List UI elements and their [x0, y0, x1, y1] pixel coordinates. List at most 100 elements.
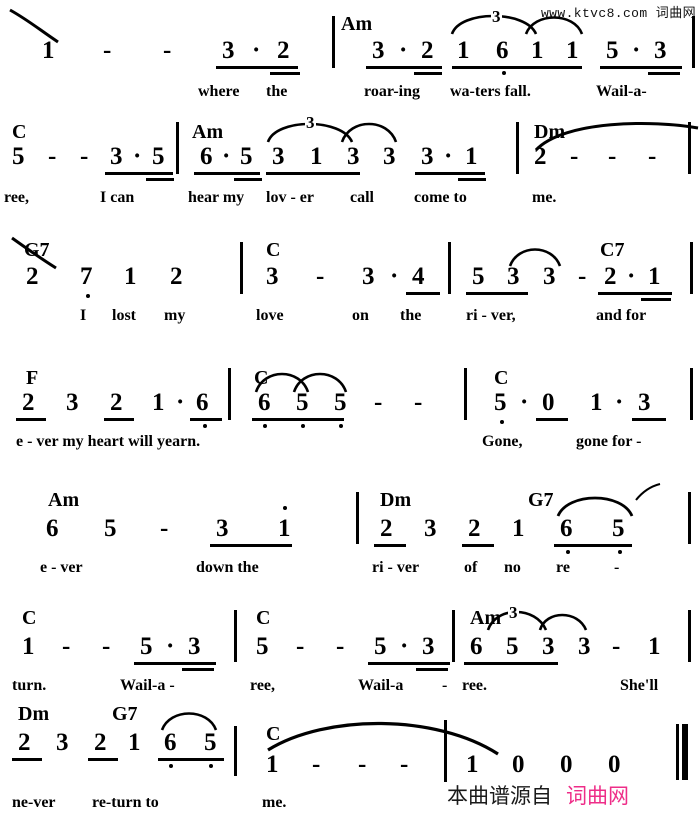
beam — [462, 544, 494, 547]
beam — [252, 418, 344, 421]
sheet-music-page: www.ktvc8.com 词曲网 Am 1 - - 3 · 2 3 · 2 1… — [0, 0, 700, 817]
barline — [452, 610, 455, 662]
beam-secondary — [641, 298, 671, 301]
barline — [688, 492, 691, 544]
chord-symbol: F — [26, 367, 39, 389]
octave-dot-low — [566, 550, 570, 554]
beam — [266, 172, 360, 175]
octave-dot-low — [86, 294, 90, 298]
tie-arc-outgoing — [635, 483, 661, 501]
note: 5 — [612, 515, 625, 542]
beam — [104, 418, 134, 421]
lyric: ri - ver — [372, 559, 420, 576]
beam — [466, 292, 528, 295]
note: 5 — [140, 633, 153, 660]
note: 6 — [164, 729, 177, 756]
note: 0 — [560, 751, 573, 778]
beam — [368, 662, 450, 665]
chord-symbol: Dm — [18, 703, 50, 725]
note: 3 — [578, 633, 591, 660]
note: 3 — [638, 389, 651, 416]
note-dash: - — [612, 633, 621, 660]
lyric: ne-ver — [12, 794, 56, 811]
note: 6 — [200, 143, 213, 170]
slur-arc — [508, 248, 562, 267]
note: 1 — [124, 263, 137, 290]
barline — [448, 242, 451, 294]
note: 1 — [465, 143, 478, 170]
note: 5 — [204, 729, 217, 756]
barline — [234, 610, 237, 662]
note-dash: - — [80, 143, 89, 170]
beam-secondary — [416, 668, 448, 671]
chord-symbol: C — [494, 367, 509, 389]
note: 2 — [604, 263, 617, 290]
note: 3 — [66, 389, 79, 416]
note: 2 — [18, 729, 31, 756]
lyric: down the — [196, 559, 259, 576]
note: 2 — [110, 389, 123, 416]
lyric: lost — [112, 307, 136, 324]
beam — [464, 662, 558, 665]
note: 0 — [512, 751, 525, 778]
beam — [554, 544, 632, 547]
note: 3 — [362, 263, 375, 290]
octave-dot-low — [339, 424, 343, 428]
note-dash: - — [374, 389, 383, 416]
octave-dot-high — [283, 506, 287, 510]
beam-secondary — [458, 178, 486, 181]
note: 1 — [22, 633, 35, 660]
note-dash: - — [102, 633, 111, 660]
watermark-bottom-pink: 词曲网 — [566, 784, 629, 808]
note: 3 — [383, 143, 396, 170]
note: 1 — [152, 389, 165, 416]
note: 1 — [648, 633, 661, 660]
note: 1 — [648, 263, 661, 290]
lyric: me. — [262, 794, 287, 811]
lyric: love — [256, 307, 284, 324]
beam — [190, 418, 222, 421]
barline — [516, 122, 519, 174]
augmentation-dot: · — [615, 389, 624, 416]
lyric: on — [352, 307, 369, 324]
lyric: - — [442, 677, 448, 694]
note: 5 — [256, 633, 269, 660]
augmentation-dot: · — [222, 143, 231, 170]
beam — [158, 758, 224, 761]
lyric: e - ver my heart will yearn. — [16, 433, 201, 450]
chord-symbol: C — [256, 607, 271, 629]
lyric: come to — [414, 189, 467, 206]
beam — [210, 544, 292, 547]
barline — [464, 368, 467, 420]
barline — [688, 610, 691, 662]
lyric: Wail-a - — [120, 677, 175, 694]
note: 5 — [152, 143, 165, 170]
note: 5 — [240, 143, 253, 170]
augmentation-dot: · — [444, 143, 453, 170]
lyric: call — [350, 189, 374, 206]
lyric: ree. — [462, 677, 488, 694]
beam — [134, 662, 216, 665]
note: 1 — [128, 729, 141, 756]
barline — [690, 242, 693, 294]
note: 6 — [560, 515, 573, 542]
beam — [632, 418, 666, 421]
octave-dot-low — [203, 424, 207, 428]
beam — [12, 758, 42, 761]
beam — [536, 418, 568, 421]
note: 0 — [542, 389, 555, 416]
note: 3 — [188, 633, 201, 660]
chord-symbol: Am — [48, 489, 80, 511]
note-dash: - — [48, 143, 57, 170]
note: 3 — [266, 263, 279, 290]
lyric: I — [80, 307, 87, 324]
note: 3 — [56, 729, 69, 756]
lyric: ree, — [250, 677, 276, 694]
beam-secondary — [182, 668, 214, 671]
note: 5 — [104, 515, 117, 542]
lyric: me. — [532, 189, 557, 206]
note: 1 — [512, 515, 525, 542]
octave-dot-low — [500, 420, 504, 424]
triplet-number: 3 — [508, 603, 519, 622]
lyric: ree, — [4, 189, 30, 206]
